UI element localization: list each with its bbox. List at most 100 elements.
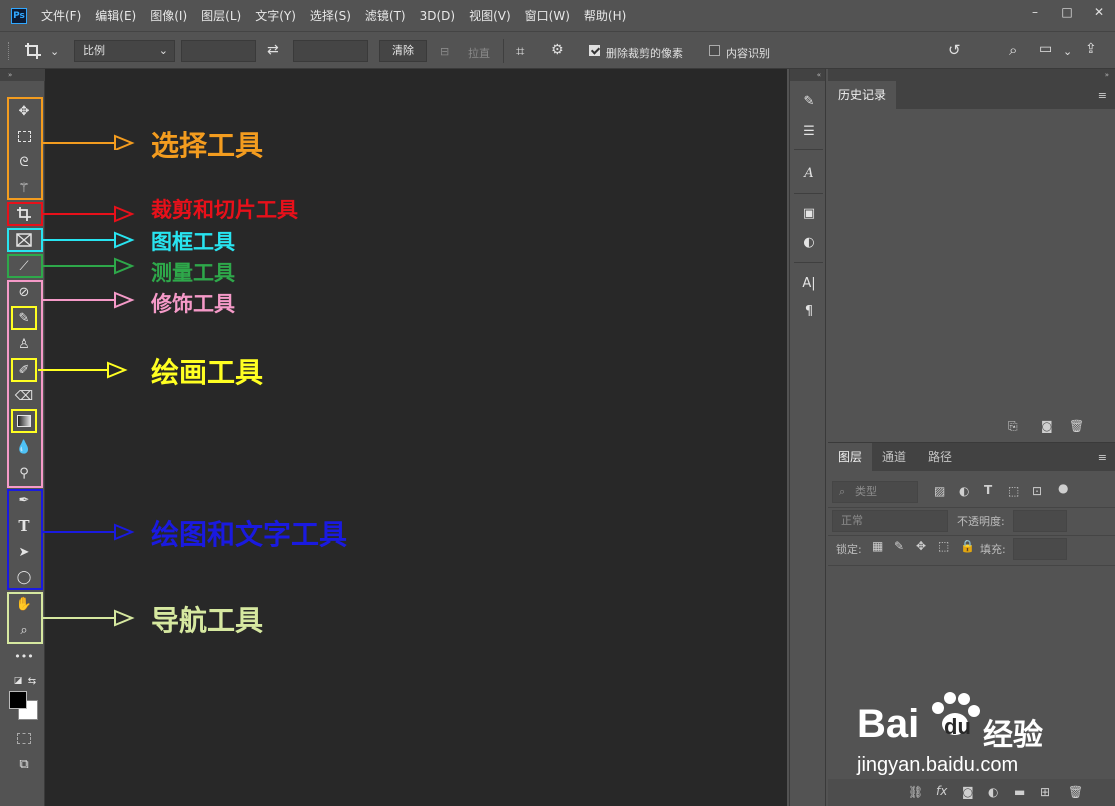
new-adjustment-icon[interactable]: ◐ [988,785,998,799]
panel-menu-icon[interactable]: ≡ [1098,451,1107,464]
fill-input[interactable] [1013,538,1067,560]
foreground-color-swatch[interactable] [9,691,27,709]
watermark-brand-cn: 经验 [983,718,1043,753]
tool-preset-chevron-icon[interactable]: ⌄ [50,45,59,58]
character-styles-icon[interactable]: A [798,163,820,183]
panel-dock-strip: « ✎ ☰ A ▣ ◐ A| ¶ [789,69,826,806]
new-document-from-state-icon[interactable]: ⎘ [1008,419,1018,434]
menu-select[interactable]: 选择(S) [310,7,351,24]
tab-layers[interactable]: 图层 [828,443,873,471]
new-snapshot-icon[interactable]: ◙ [1041,419,1053,433]
workspace-icon[interactable]: ▭ [1039,41,1052,57]
arrow-icon [42,523,135,541]
filter-shape-icon[interactable]: ⬚ [1008,484,1019,498]
paragraph-panel-icon[interactable]: ¶ [798,301,820,321]
menu-layer[interactable]: 图层(L) [201,7,241,24]
clear-button[interactable]: 清除 [379,40,427,62]
layer-style-icon[interactable]: fx [936,784,947,798]
overlay-grid-icon[interactable]: ⌗ [516,42,524,60]
adjustments-panel-icon[interactable]: ☰ [798,121,820,141]
close-button[interactable]: ✕ [1083,0,1115,24]
screen-mode-icon[interactable]: ⧉ [12,753,36,775]
delete-cropped-label: 删除裁剪的像素 [606,47,683,60]
document-canvas[interactable] [45,69,787,806]
crop-icon[interactable] [24,42,44,60]
gear-icon[interactable]: ⚙ [551,42,564,58]
collapse-toolbar-icon[interactable]: » [0,69,45,81]
delete-cropped-checkbox[interactable] [589,45,600,56]
watermark-brand: Bai [857,702,920,746]
lock-artboard-icon[interactable]: ⬚ [938,539,949,553]
link-layers-icon[interactable]: ⛓ [908,785,923,799]
brushes-panel-icon[interactable]: ✎ [798,91,820,111]
chevron-down-icon[interactable]: ⌄ [1063,45,1072,58]
quick-mask-icon[interactable] [12,727,36,749]
add-mask-icon[interactable]: ◙ [962,785,974,799]
layer-filter-select[interactable]: ⌕ 类型 [832,481,918,503]
opacity-input[interactable] [1013,510,1067,532]
filter-toggle-icon[interactable]: ● [1058,481,1068,495]
width-input[interactable] [181,40,256,62]
content-aware-checkbox[interactable] [709,45,720,56]
trash-icon[interactable]: 🗑 [1069,419,1084,433]
tab-history[interactable]: 历史记录 [828,81,897,109]
ratio-select[interactable]: 比例 ⌄ [74,40,175,62]
more-tools-icon[interactable]: ••• [12,645,36,667]
menu-filter[interactable]: 滤镜(T) [365,7,406,24]
swap-colors-icon[interactable]: ⇆ [20,670,44,692]
share-icon[interactable]: ⇪ [1085,41,1097,57]
lock-position-icon[interactable]: ✥ [916,539,926,553]
panel-menu-icon[interactable]: ≡ [1098,89,1107,102]
lock-all-icon[interactable]: 🔒 [960,539,975,553]
menu-3d[interactable]: 3D(D) [420,9,455,23]
collapse-dock-icon[interactable]: « [790,69,825,81]
straighten-icon[interactable]: ⊟ [440,45,449,58]
navigation-tools-label: 导航工具 [151,604,264,637]
search-icon[interactable]: ⌕ [1009,41,1017,59]
swap-icon[interactable]: ⇄ [267,42,279,58]
trash-icon[interactable]: 🗑 [1068,785,1083,799]
menu-image[interactable]: 图像(I) [150,7,187,24]
arrow-icon [42,609,135,627]
retouch-tools-label: 修饰工具 [151,292,235,316]
3d-panel-icon[interactable]: ▣ [798,203,820,223]
chevron-down-icon: ⌄ [158,44,168,57]
arrow-icon [38,361,128,379]
maximize-button[interactable]: □ [1051,0,1083,24]
drawing-type-tools-label: 绘图和文字工具 [151,518,348,551]
paint-tools-label: 绘画工具 [151,356,264,389]
collapse-panels-icon[interactable]: » [828,69,1115,81]
new-group-icon[interactable]: ▬ [1014,785,1025,799]
menu-file[interactable]: 文件(F) [41,7,81,24]
menu-bar: Ps 文件(F) 编辑(E) 图像(I) 图层(L) 文字(Y) 选择(S) 滤… [0,0,1115,31]
menu-window[interactable]: 窗口(W) [525,7,570,24]
lock-image-icon[interactable]: ✎ [894,539,904,553]
filter-type-icon[interactable]: T [984,483,992,497]
menu-edit[interactable]: 编辑(E) [95,7,136,24]
arrow-icon [42,134,135,150]
layers-footer: ⛓ fx ◙ ◐ ▬ ⊞ 🗑 [828,779,1115,806]
tab-paths[interactable]: 路径 [918,443,962,471]
tab-channels[interactable]: 通道 [872,443,916,471]
menu-view[interactable]: 视图(V) [469,7,511,24]
lock-transparent-icon[interactable]: ▦ [872,539,883,553]
divider [794,149,823,150]
menu-type[interactable]: 文字(Y) [255,7,296,24]
filter-pixel-icon[interactable]: ▨ [934,484,945,498]
options-bar-grip[interactable] [8,42,11,60]
search-icon: ⌕ [839,485,846,498]
divider [794,193,823,194]
height-input[interactable] [293,40,368,62]
character-panel-icon[interactable]: A| [798,273,820,293]
reset-icon[interactable]: ↺ [948,41,961,59]
paint-tool-highlight [11,306,37,330]
new-layer-icon[interactable]: ⊞ [1040,785,1050,799]
blend-mode-select[interactable]: 正常 [832,510,948,532]
filter-smart-object-icon[interactable]: ⊡ [1032,484,1042,498]
adjustment-layer-icon[interactable]: ◐ [798,232,820,252]
filter-adjustment-icon[interactable]: ◐ [959,484,969,498]
divider [794,262,823,263]
history-panel: 历史记录 ≡ ⎘ ◙ 🗑 [828,81,1115,439]
menu-help[interactable]: 帮助(H) [584,7,626,24]
minimize-button[interactable]: – [1019,0,1051,24]
